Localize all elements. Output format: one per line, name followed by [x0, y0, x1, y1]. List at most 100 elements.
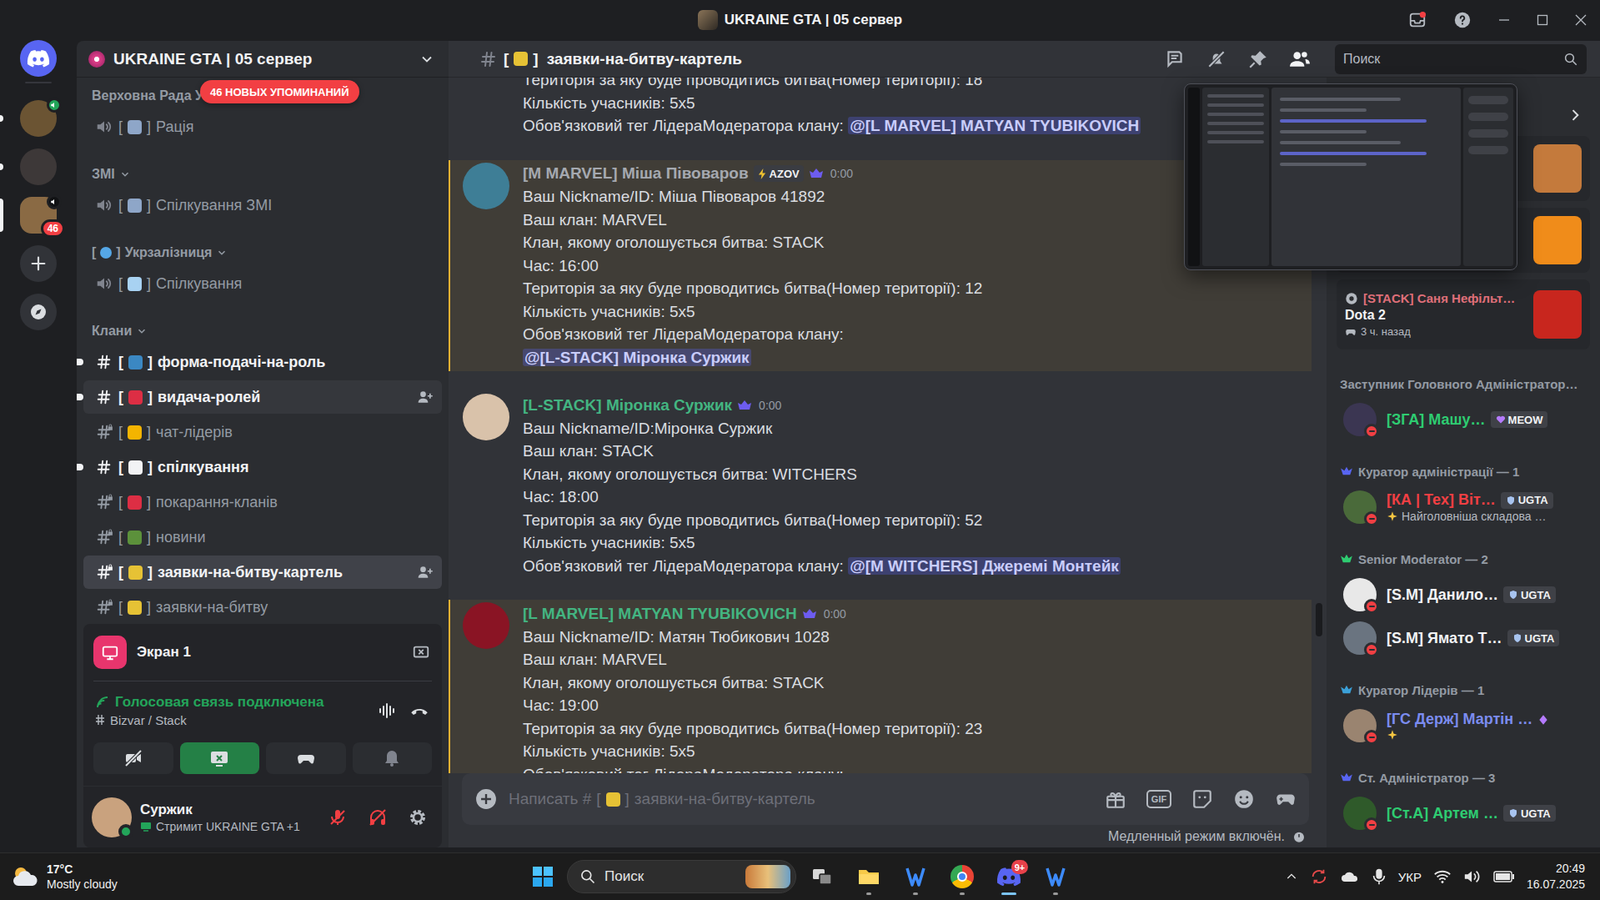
wifi-icon[interactable]: [1433, 867, 1452, 885]
member-row[interactable]: [S.M] Ямато Т…UGTA: [1336, 616, 1590, 660]
channel-category[interactable]: []Укрзалізниця: [83, 240, 442, 266]
voice-control-button[interactable]: [352, 742, 433, 774]
member-row[interactable]: [Ст.А] Артем …UGTA: [1336, 791, 1590, 835]
volume-icon[interactable]: [1463, 867, 1482, 885]
add-attachment-icon[interactable]: [475, 787, 497, 810]
start-button[interactable]: [523, 857, 562, 896]
sync-icon[interactable]: [1309, 867, 1329, 886]
user-mention[interactable]: @[M WITCHERS] Джеремі Монтейк: [847, 556, 1121, 575]
author-avatar[interactable]: [462, 162, 510, 210]
taskbar-app[interactable]: [941, 857, 984, 896]
channel-category[interactable]: Клани: [83, 318, 442, 344]
microphone-icon[interactable]: [1371, 867, 1387, 886]
member-row[interactable]: [ЗГА] Машу…MEOW: [1336, 397, 1590, 442]
text-channel[interactable]: []видача-ролей: [83, 380, 442, 414]
minimize-button[interactable]: [1484, 0, 1524, 41]
invite-icon[interactable]: [416, 388, 434, 406]
threads-icon[interactable]: [1163, 48, 1186, 71]
taskbar-app[interactable]: [1034, 857, 1077, 896]
voice-channel[interactable]: []Спілкування: [83, 266, 442, 301]
minimize-icon: [1498, 14, 1510, 26]
text-channel[interactable]: []заявки-на-битву: [83, 590, 442, 624]
sticker-icon[interactable]: [1191, 787, 1214, 810]
mute-button[interactable]: [321, 801, 354, 833]
channel-category[interactable]: ЗМІ: [83, 161, 442, 187]
server-item[interactable]: [0, 100, 77, 137]
search-field[interactable]: Поиск: [1334, 44, 1587, 75]
new-mentions-badge[interactable]: 46 НОВЫХ УПОМИНАНИЙ: [200, 80, 360, 104]
author-avatar[interactable]: [462, 393, 510, 441]
battery-icon[interactable]: [1493, 868, 1515, 884]
stream-preview[interactable]: [1183, 83, 1518, 271]
weather-widget[interactable]: 17°CMostly cloudy: [10, 861, 118, 892]
member-row[interactable]: [КА | Тех] Віт…UGTAНайголовніша складова…: [1336, 485, 1590, 529]
message-line: Кількість учасників: 5x5: [522, 739, 1299, 763]
message-composer[interactable]: Написать #[]заявки-на-битву-картельGIF: [461, 772, 1310, 825]
activity-card[interactable]: [STACK] Саня Нефільт…Dota 23 ч. назад: [1336, 279, 1590, 350]
activities-icon[interactable]: [1274, 787, 1297, 810]
members-icon[interactable]: [1289, 48, 1311, 71]
notifications-off-icon[interactable]: [1205, 48, 1228, 71]
onedrive-icon[interactable]: [1339, 867, 1360, 885]
server-header[interactable]: UKRAINE GTA | 05 сервер: [76, 40, 449, 78]
deafen-button[interactable]: [361, 801, 394, 833]
user-mention[interactable]: @[L MARVEL] MATYAN TYUBIKOVICH: [847, 116, 1141, 135]
taskbar-app[interactable]: 9+: [988, 857, 1030, 896]
author-name[interactable]: [M MARVEL] Міша Півоваров: [522, 164, 749, 183]
server-item[interactable]: [0, 245, 77, 282]
taskbar-search[interactable]: Поиск: [566, 859, 797, 893]
inbox-button[interactable]: [1394, 0, 1440, 41]
voice-control-button[interactable]: [180, 742, 261, 774]
settings-button[interactable]: [401, 801, 434, 833]
voice-control-button[interactable]: [265, 742, 347, 774]
text-channel[interactable]: []форма-подачі-на-роль: [83, 345, 442, 379]
voice-channel[interactable]: []Рація: [83, 110, 442, 144]
clock[interactable]: 20:4916.07.2025: [1526, 860, 1590, 893]
author-avatar[interactable]: [462, 601, 510, 649]
taskbar-app[interactable]: [894, 857, 937, 896]
text-channel[interactable]: []спілкування: [83, 450, 442, 484]
disconnect-icon[interactable]: [408, 699, 431, 722]
chevron-right-icon[interactable]: [1566, 106, 1584, 124]
member-row[interactable]: [ГС Держ] Мартін …: [1336, 703, 1590, 748]
text-channel[interactable]: []заявки-на-битву-картель: [83, 555, 442, 589]
role-icon: [1339, 684, 1354, 695]
gift-icon[interactable]: [1104, 787, 1127, 810]
emoji-picker-icon[interactable]: [1233, 787, 1255, 810]
text-channel[interactable]: []новини: [83, 520, 442, 554]
input-language[interactable]: УКР: [1398, 869, 1422, 884]
close-button[interactable]: [1561, 0, 1600, 41]
user-mention[interactable]: @[L-STACK] Міронка Суржик: [522, 348, 752, 367]
server-item[interactable]: [0, 148, 77, 186]
voice-channel-name[interactable]: Bizvar / Stack: [95, 711, 366, 728]
screen-share-row[interactable]: Экран 1: [83, 623, 442, 681]
invite-icon[interactable]: [416, 563, 434, 581]
stop-stream-icon[interactable]: [411, 642, 431, 662]
user-avatar[interactable]: [91, 797, 132, 838]
help-icon: [1453, 10, 1472, 30]
chevron-up-icon[interactable]: [1284, 869, 1299, 883]
noise-suppression-icon[interactable]: [376, 700, 397, 721]
gif-button[interactable]: GIF: [1146, 789, 1172, 808]
help-button[interactable]: [1439, 0, 1485, 41]
group-heading: Куратор адміністрації — 1: [1336, 456, 1590, 486]
server-item[interactable]: [0, 293, 77, 331]
scrollbar-thumb[interactable]: [1315, 602, 1323, 637]
server-item[interactable]: [0, 40, 77, 77]
role-icon: [737, 399, 753, 412]
dnd-status-icon: [1364, 511, 1380, 527]
taskbar-app[interactable]: [847, 857, 890, 896]
author-name[interactable]: [L MARVEL] MATYAN TYUBIKOVICH: [522, 604, 798, 623]
search-highlight-image: [745, 864, 791, 888]
text-channel[interactable]: []чат-лідерів: [83, 415, 442, 449]
maximize-button[interactable]: [1523, 0, 1562, 41]
voice-channel[interactable]: []Спілкування ЗМІ: [83, 188, 442, 222]
unread-indicator: [76, 358, 84, 366]
server-item[interactable]: 46: [0, 196, 77, 234]
author-name[interactable]: [L-STACK] Міронка Суржик: [522, 396, 733, 415]
member-row[interactable]: [S.M] Данило…UGTA: [1336, 572, 1590, 617]
taskbar-app[interactable]: [801, 857, 843, 896]
voice-control-button[interactable]: [93, 742, 174, 774]
text-channel[interactable]: []покарання-кланів: [83, 485, 442, 519]
pin-icon[interactable]: [1247, 48, 1269, 71]
